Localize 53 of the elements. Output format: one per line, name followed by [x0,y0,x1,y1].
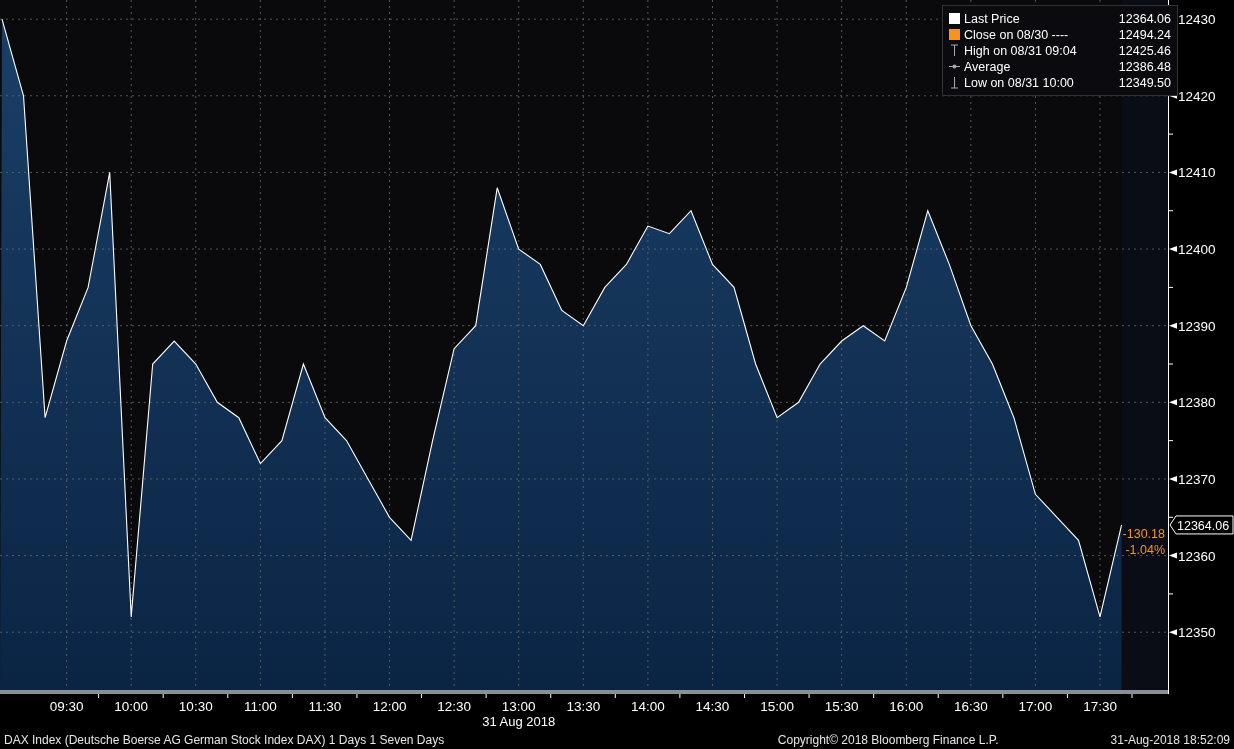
y-axis-label: 12360 [1169,548,1216,564]
date-label: 31 Aug 2018 [482,714,556,729]
x-axis-label: 09:30 [49,699,84,714]
y-axis-label: 12380 [1169,395,1216,411]
legend-value: 12386.48 [1118,59,1171,74]
x-axis-label: 17:30 [1083,699,1117,714]
legend-value: 12364.06 [1118,11,1171,26]
y-tick-label: 12380 [1178,395,1216,411]
y-tick-label: 12350 [1178,625,1216,641]
x-axis-label: 13:30 [566,699,601,714]
x-axis-label: 15:30 [824,699,859,714]
x-axis-label: 12:30 [437,699,472,714]
y-axis-label: 12400 [1169,242,1216,258]
x-axis-label: 12:00 [372,699,407,714]
legend-label: Average [964,59,1012,74]
price-tag: 12364.06 [1169,515,1234,535]
legend-label: Last Price [964,11,1021,26]
y-axis-label: 12390 [1169,318,1216,334]
y-tick-label: 12400 [1178,242,1216,258]
x-axis-label: 16:30 [953,699,988,714]
y-tick-label: 12410 [1178,165,1216,181]
security-title: DAX Index (Deutsche Boerse AG German Stock Index DAX) 1 Days 1 Seven Days [4,732,445,747]
t-bar-icon [949,44,960,57]
x-axis-label: 14:30 [695,699,730,714]
legend-value: 12425.46 [1118,43,1171,58]
x-axis-label: 10:30 [178,699,213,714]
y-axis-label: 12410 [1169,165,1216,181]
x-axis-label: 14:00 [631,699,665,714]
x-axis-label: 11:30 [308,699,342,714]
y-tick-label: 12420 [1178,88,1216,104]
y-tick-label: 12390 [1178,318,1216,334]
scroll-bar[interactable] [0,690,1168,694]
legend-label: Close on 08/30 ---- [964,27,1070,42]
y-axis-label: 12370 [1169,471,1216,487]
legend-value: 12494.24 [1118,27,1171,42]
timestamp: 31-Aug-2018 18:52:09 [1110,732,1230,747]
legend-label: Low on 08/31 10:00 [964,75,1075,90]
legend-label: High on 08/31 09:04 [964,43,1078,58]
x-axis-label: 15:00 [760,699,794,714]
y-tick-label: 12430 [1178,12,1216,28]
change-value: -130.18 [1122,526,1165,541]
y-tick-label: 12360 [1178,548,1216,564]
legend-value: 12349.50 [1118,75,1171,90]
y-tick-label: 12370 [1178,471,1216,487]
inverted-t-icon [949,76,960,89]
copyright-text: Copyright© 2018 Bloomberg Finance L.P. [777,732,999,747]
y-axis-label: 12350 [1169,625,1216,641]
x-axis-label: 16:00 [889,699,924,714]
x-axis-label: 17:00 [1018,699,1053,714]
change-percent: -1.04% [1125,542,1165,557]
x-axis-label: 11:00 [243,699,277,714]
x-axis-label: 10:00 [114,699,149,714]
x-axis-label: 13:00 [501,699,536,714]
